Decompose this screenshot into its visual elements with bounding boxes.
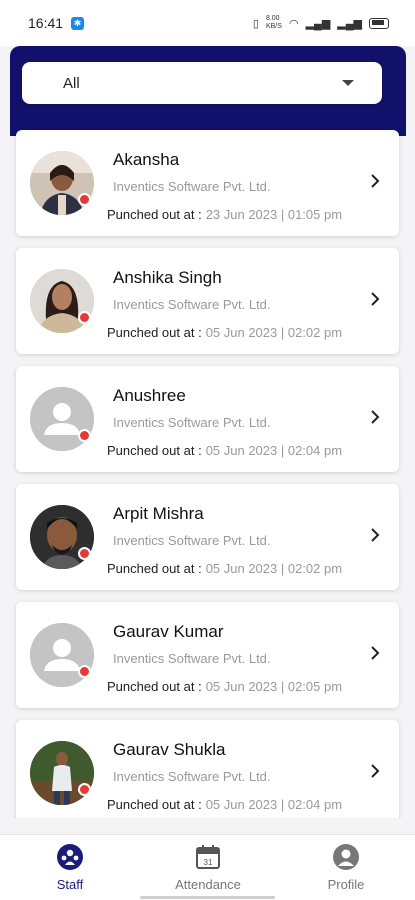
staff-card[interactable]: Akansha Inventics Software Pvt. Ltd. Pun… [16,130,399,236]
chevron-right-icon[interactable] [368,526,382,544]
calendar-icon: 31 [196,845,220,869]
staff-company: Inventics Software Pvt. Ltd. [113,769,271,784]
status-dot [78,429,91,442]
punch-label: Punched out at : [107,797,202,812]
battery-icon [369,17,389,29]
tab-profile[interactable]: Profile [296,843,396,892]
chevron-right-icon[interactable] [368,762,382,780]
tab-attendance[interactable]: 31 Attendance [158,843,258,892]
punch-info: Punched out at :05 Jun 2023 | 02:02 pm [107,325,342,340]
staff-name: Arpit Mishra [113,504,204,523]
punch-time: 05 Jun 2023 | 02:02 pm [205,325,343,340]
punch-time: 05 Jun 2023 | 02:04 pm [205,443,343,458]
punch-time: 05 Jun 2023 | 02:02 pm [205,561,343,576]
filter-dropdown[interactable]: All [22,62,382,104]
punch-info: Punched out at :23 Jun 2023 | 01:05 pm [107,207,342,222]
staff-name: Anushree [113,386,186,405]
punch-time: 23 Jun 2023 | 01:05 pm [205,207,343,222]
clock: 16:41 [28,15,64,31]
home-indicator [140,896,275,899]
staff-company: Inventics Software Pvt. Ltd. [113,179,271,194]
status-dot [78,783,91,796]
punch-time: 05 Jun 2023 | 02:05 pm [205,679,343,694]
staff-icon [57,844,83,870]
profile-icon [333,844,359,870]
punch-info: Punched out at :05 Jun 2023 | 02:04 pm [107,797,342,812]
svg-text:31: 31 [204,858,213,867]
punch-label: Punched out at : [107,207,202,222]
chevron-down-icon [342,80,354,86]
staff-card[interactable]: Gaurav Kumar Inventics Software Pvt. Ltd… [16,602,399,708]
wifi-icon: ◠ [288,17,299,30]
tab-staff[interactable]: Staff [20,843,120,892]
signal-icon: ▂▄▆ [337,17,362,30]
staff-company: Inventics Software Pvt. Ltd. [113,297,271,312]
staff-name: Anshika Singh [113,268,222,287]
staff-name: Gaurav Kumar [113,622,224,641]
staff-company: Inventics Software Pvt. Ltd. [113,415,271,430]
chevron-right-icon[interactable] [368,644,382,662]
punch-time: 05 Jun 2023 | 02:04 pm [205,797,343,812]
staff-card[interactable]: Anushree Inventics Software Pvt. Ltd. Pu… [16,366,399,472]
signal-icon: ▂▄▆ [305,17,331,30]
staff-card[interactable]: Gaurav Shukla Inventics Software Pvt. Lt… [16,720,399,818]
staff-company: Inventics Software Pvt. Ltd. [113,533,271,548]
punch-label: Punched out at : [107,443,202,458]
chevron-right-icon[interactable] [368,290,382,308]
bottom-nav: Staff 31 Attendance Profile [0,834,415,900]
status-icons: ▯ 8.00 KB/S ◠ ▂▄▆ ▂▄▆ [253,15,389,31]
punch-label: Punched out at : [107,561,202,576]
filter-selected-value: All [63,74,80,92]
chevron-right-icon[interactable] [368,172,382,190]
tab-profile-label: Profile [327,877,365,892]
status-dot [78,547,91,560]
staff-card[interactable]: Arpit Mishra Inventics Software Pvt. Ltd… [16,484,399,590]
chevron-right-icon[interactable] [368,408,382,426]
staff-list[interactable]: Akansha Inventics Software Pvt. Ltd. Pun… [0,128,415,818]
staff-card[interactable]: Anshika Singh Inventics Software Pvt. Lt… [16,248,399,354]
notification-app-icon: ✱ [71,16,85,30]
vibrate-icon: ▯ [252,17,259,30]
status-dot [78,193,91,206]
punch-info: Punched out at :05 Jun 2023 | 02:05 pm [107,679,342,694]
punch-label: Punched out at : [107,325,202,340]
punch-label: Punched out at : [107,679,202,694]
staff-name: Akansha [113,150,180,169]
tab-attendance-label: Attendance [175,877,241,892]
staff-company: Inventics Software Pvt. Ltd. [113,651,271,666]
status-left: 16:41 ✱ [28,15,85,31]
status-dot [78,311,91,324]
tab-staff-label: Staff [56,877,84,892]
staff-name: Gaurav Shukla [113,740,226,759]
punch-info: Punched out at :05 Jun 2023 | 02:04 pm [107,443,342,458]
status-bar: 16:41 ✱ ▯ 8.00 KB/S ◠ ▂▄▆ ▂▄▆ [0,0,415,46]
status-dot [78,665,91,678]
punch-info: Punched out at :05 Jun 2023 | 02:02 pm [107,561,342,576]
network-speed: 8.00 KB/S [265,15,282,30]
